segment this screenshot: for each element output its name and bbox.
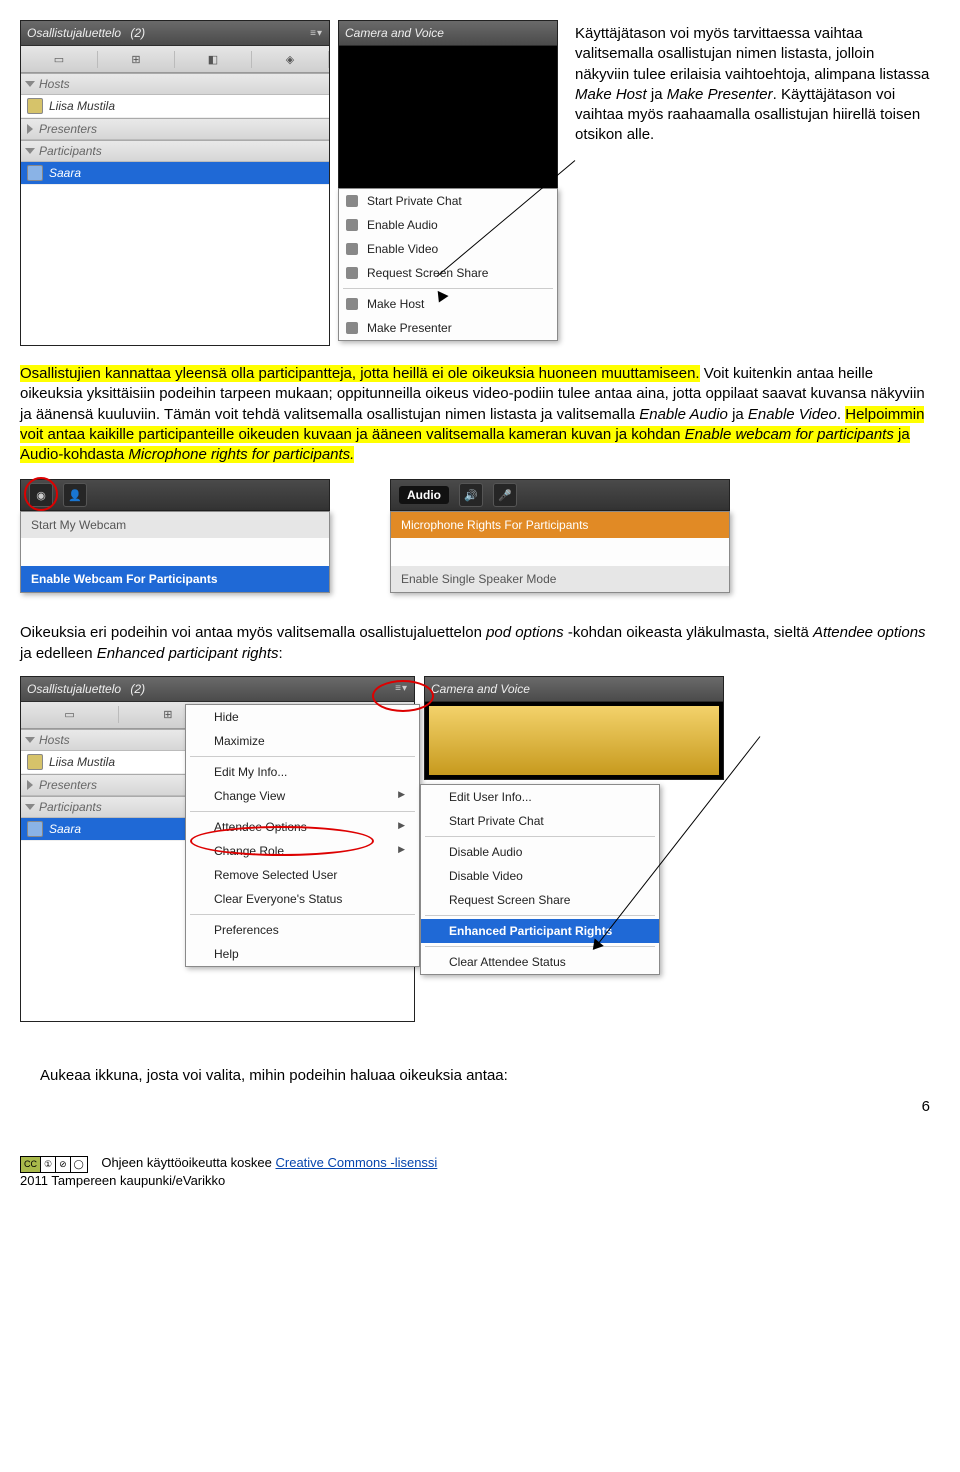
paragraph-1: Käyttäjätason voi myös tarvittaessa vaih…	[575, 24, 930, 146]
menu-enable-audio[interactable]: Enable Audio	[339, 213, 557, 237]
submenu-clear-attendee-status[interactable]: Clear Attendee Status	[421, 950, 659, 974]
person-icon[interactable]: 👤	[63, 483, 87, 507]
pod-options-icon-2[interactable]: ≡▾	[395, 683, 408, 694]
speaker-icon[interactable]: 🔊	[459, 483, 483, 507]
participants-header[interactable]: Participants	[21, 140, 329, 162]
submenu-start-private-chat[interactable]: Start Private Chat	[421, 809, 659, 833]
start-my-webcam[interactable]: Start My Webcam	[21, 512, 329, 538]
paragraph-3: Oikeuksia eri podeihin voi antaa myös va…	[20, 623, 930, 664]
audio-sample: Audio 🔊 🎤 Microphone Rights For Particip…	[390, 479, 730, 593]
pod-count: (2)	[130, 26, 145, 40]
paragraph-2: Osallistujien kannattaa yleensä olla par…	[20, 364, 930, 465]
enable-single-speaker-mode[interactable]: Enable Single Speaker Mode	[391, 566, 729, 592]
cc-badge: CC①⊘◯	[20, 1156, 88, 1173]
mic-icon[interactable]: 🎤	[493, 483, 517, 507]
paragraph-4: Aukeaa ikkuna, josta voi valita, mihin p…	[40, 1066, 930, 1086]
menu-change-view[interactable]: Change View	[186, 784, 419, 808]
pod-options-menu: Hide Maximize Edit My Info... Change Vie…	[185, 704, 420, 967]
menu-preferences[interactable]: Preferences	[186, 918, 419, 942]
hosts-header[interactable]: Hosts	[21, 73, 329, 95]
footer: CC①⊘◯ Ohjeen käyttöoikeutta koskee Creat…	[20, 1155, 930, 1188]
menu-enable-video[interactable]: Enable Video	[339, 237, 557, 261]
menu-make-presenter[interactable]: Make Presenter	[339, 316, 557, 340]
menu-clear-everyones-status[interactable]: Clear Everyone's Status	[186, 887, 419, 911]
webcam-sample: ◉ 👤 Start My Webcam Enable Webcam For Pa…	[20, 479, 330, 593]
participant-row-selected[interactable]: Saara	[21, 162, 329, 185]
participant-icon	[27, 165, 43, 181]
participant-icon-2	[27, 821, 43, 837]
view-icon-3[interactable]: ◧	[175, 51, 252, 68]
menu-help[interactable]: Help	[186, 942, 419, 966]
audio-toolbar: Audio 🔊 🎤	[390, 479, 730, 511]
webcam-icon[interactable]: ◉	[29, 483, 53, 507]
audio-label[interactable]: Audio	[399, 486, 449, 504]
microphone-rights-for-participants[interactable]: Microphone Rights For Participants	[391, 512, 729, 538]
host-icon	[27, 98, 43, 114]
menu-hide[interactable]: Hide	[186, 705, 419, 729]
pod-count-2: (2)	[130, 682, 145, 696]
view-icon-4[interactable]: ◈	[252, 51, 329, 68]
pod-options-icon[interactable]: ≡▾	[310, 28, 323, 39]
submenu-enhanced-participant-rights[interactable]: Enhanced Participant Rights	[421, 919, 659, 943]
presenters-header[interactable]: Presenters	[21, 118, 329, 140]
camera-voice-pod: Camera and Voice	[338, 20, 558, 189]
view-icon-b1[interactable]: ▭	[21, 706, 119, 723]
view-icon-1[interactable]: ▭	[21, 51, 98, 68]
submenu-request-screen-share[interactable]: Request Screen Share	[421, 888, 659, 912]
menu-change-role[interactable]: Change Role	[186, 839, 419, 863]
pod-title-2: Osallistujaluettelo	[27, 682, 121, 696]
enable-webcam-for-participants[interactable]: Enable Webcam For Participants	[21, 566, 329, 592]
menu-edit-my-info[interactable]: Edit My Info...	[186, 760, 419, 784]
pod-title: Osallistujaluettelo	[27, 26, 121, 40]
submenu-disable-video[interactable]: Disable Video	[421, 864, 659, 888]
webcam-toolbar: ◉ 👤	[20, 479, 330, 511]
menu-remove-selected-user[interactable]: Remove Selected User	[186, 863, 419, 887]
host-icon-2	[27, 754, 43, 770]
camera-voice-pod-2: Camera and Voice	[424, 676, 724, 780]
page-number: 6	[20, 1098, 930, 1115]
menu-maximize[interactable]: Maximize	[186, 729, 419, 753]
host-row[interactable]: Liisa Mustila	[21, 95, 329, 118]
submenu-edit-user-info[interactable]: Edit User Info...	[421, 785, 659, 809]
attendee-list-pod: Osallistujaluettelo (2) ≡▾ ▭ ⊞ ◧ ◈ Hosts…	[20, 20, 330, 346]
camera-voice-title-2: Camera and Voice	[431, 682, 530, 696]
participant-context-menu: Start Private Chat Enable Audio Enable V…	[338, 188, 558, 341]
menu-attendee-options[interactable]: Attendee Options	[186, 815, 419, 839]
submenu-disable-audio[interactable]: Disable Audio	[421, 840, 659, 864]
view-icon-2[interactable]: ⊞	[98, 51, 175, 68]
cc-license-link[interactable]: Creative Commons -lisenssi	[276, 1155, 438, 1170]
camera-voice-title: Camera and Voice	[345, 26, 444, 40]
attendee-options-submenu: Edit User Info... Start Private Chat Dis…	[420, 784, 660, 975]
